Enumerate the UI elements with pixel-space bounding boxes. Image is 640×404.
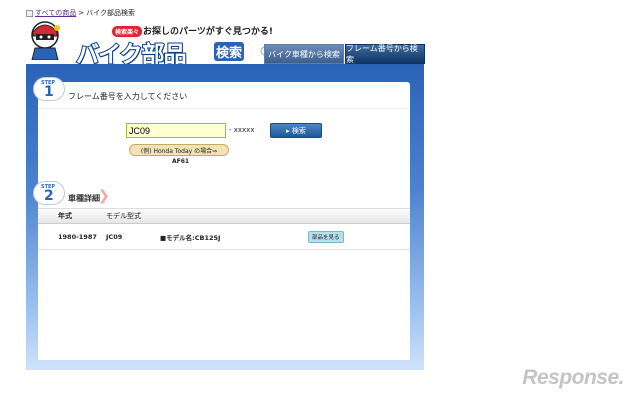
watermark-logo: Response.: [522, 366, 624, 389]
step1-badge: STEP 1: [34, 78, 66, 102]
mascot-icon: [31, 21, 60, 60]
frame-number-suffix: - xxxxx: [229, 126, 255, 134]
search-button[interactable]: ▸ 検索: [270, 123, 322, 138]
breadcrumb-link-all-products[interactable]: すべての商品: [35, 8, 76, 18]
cell-year: 1980-1987: [58, 232, 97, 241]
step1-number: 1: [44, 84, 54, 100]
step1-label: フレーム番号を入力してください: [68, 92, 188, 101]
column-header-year: 年式: [58, 212, 72, 220]
step2-number: 2: [44, 188, 54, 204]
step2-badge: STEP 2: [34, 182, 66, 206]
breadcrumb-separator: >: [78, 9, 85, 17]
table-header: 年式 モデル型式: [38, 208, 410, 224]
column-header-model: モデル型式: [106, 212, 141, 220]
step1-header: フレーム番号を入力してください: [38, 82, 410, 108]
logo-suffix: 検索: [214, 42, 245, 61]
cell-model-name: ■モデル名:CB125J: [160, 233, 221, 242]
example-button[interactable]: (例) Honda Today の場合⇒: [129, 144, 229, 156]
frame-number-input[interactable]: [126, 123, 226, 138]
step2-title: 車種詳細: [68, 194, 100, 203]
breadcrumb: すべての商品 > バイク部品検索: [26, 8, 135, 18]
home-icon: [26, 9, 33, 17]
chevron-right-icon: ❯: [98, 188, 110, 204]
results-table: 年式 モデル型式 1980-1987 JC09 ■モデル名:CB125J 部品を…: [38, 208, 410, 250]
tab-frame-number-search[interactable]: フレーム番号から検索: [345, 44, 425, 64]
cell-code: JC09: [106, 232, 123, 241]
search-panel: フレーム番号を入力してください STEP 1 - xxxxx ▸ 検索 (例) …: [26, 64, 424, 370]
step2-section: 車種詳細 ❯ 年式 モデル型式 1980-1987 JC09 ■モデル名:CB1…: [38, 184, 410, 360]
view-parts-button[interactable]: 部品を見る: [308, 230, 344, 243]
breadcrumb-current: バイク部品検索: [86, 9, 135, 17]
tab-bike-model-search[interactable]: バイク車種から検索: [264, 44, 344, 64]
table-row: 1980-1987 JC09 ■モデル名:CB125J 部品を見る: [38, 224, 410, 250]
example-value: AF61: [172, 158, 190, 165]
